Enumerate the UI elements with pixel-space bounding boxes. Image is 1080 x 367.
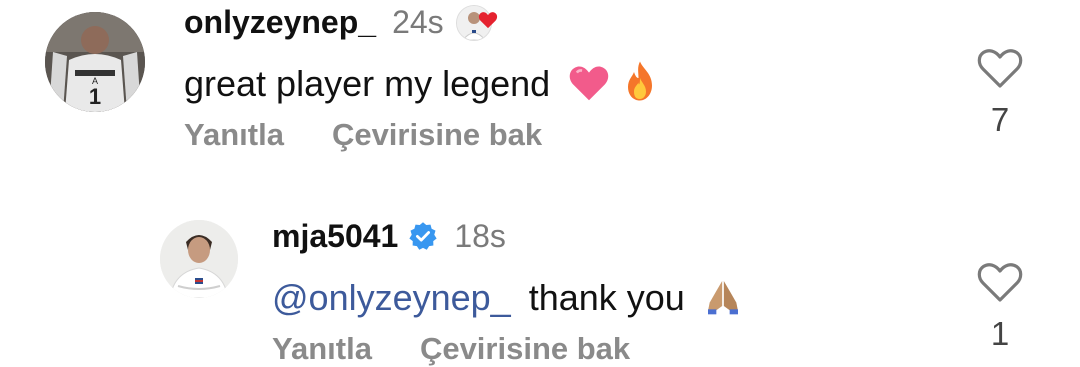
like-count: 7	[990, 101, 1010, 138]
username[interactable]: mja5041	[272, 218, 398, 255]
liked-by-author-badge	[455, 4, 497, 41]
folded-hands-icon	[703, 276, 743, 325]
like-count: 1	[990, 315, 1010, 352]
comment-actions: Yanıtla Çevirisine bak	[184, 117, 542, 153]
comment-body: thank you	[528, 277, 685, 318]
mention-link[interactable]: @onlyzeynep_	[272, 277, 511, 318]
pink-heart-icon	[568, 64, 610, 111]
comment-text: great player my legend	[184, 60, 658, 111]
comment: A 1 onlyzeynep_ 24s great player my lege…	[0, 0, 1080, 180]
username[interactable]: onlyzeynep_	[184, 4, 376, 41]
see-translation-button[interactable]: Çevirisine bak	[420, 331, 630, 367]
fire-icon	[622, 60, 658, 111]
comment-header: onlyzeynep_ 24s	[184, 0, 497, 45]
heart-outline-icon[interactable]	[970, 260, 1030, 309]
reply-button[interactable]: Yanıtla	[272, 331, 372, 367]
timestamp: 24s	[392, 4, 444, 40]
reply-button[interactable]: Yanıtla	[184, 117, 284, 153]
avatar[interactable]: A 1	[45, 12, 145, 112]
like-control: 1	[970, 260, 1030, 353]
reply-comment: mja5041 18s @onlyzeynep_ thank you Yanıt…	[0, 180, 1080, 366]
see-translation-button[interactable]: Çevirisine bak	[332, 117, 542, 153]
like-control: 7	[970, 46, 1030, 139]
heart-outline-icon[interactable]	[970, 46, 1030, 95]
comment-header: mja5041 18s	[272, 218, 506, 254]
verified-badge-icon	[408, 221, 438, 251]
avatar[interactable]	[160, 220, 238, 298]
timestamp: 18s	[454, 217, 506, 254]
svg-text:1: 1	[89, 84, 101, 109]
comment-actions: Yanıtla Çevirisine bak	[272, 331, 630, 367]
comment-body: great player my legend	[184, 63, 551, 104]
comment-text: @onlyzeynep_ thank you	[272, 276, 743, 325]
heart-icon	[478, 11, 498, 34]
